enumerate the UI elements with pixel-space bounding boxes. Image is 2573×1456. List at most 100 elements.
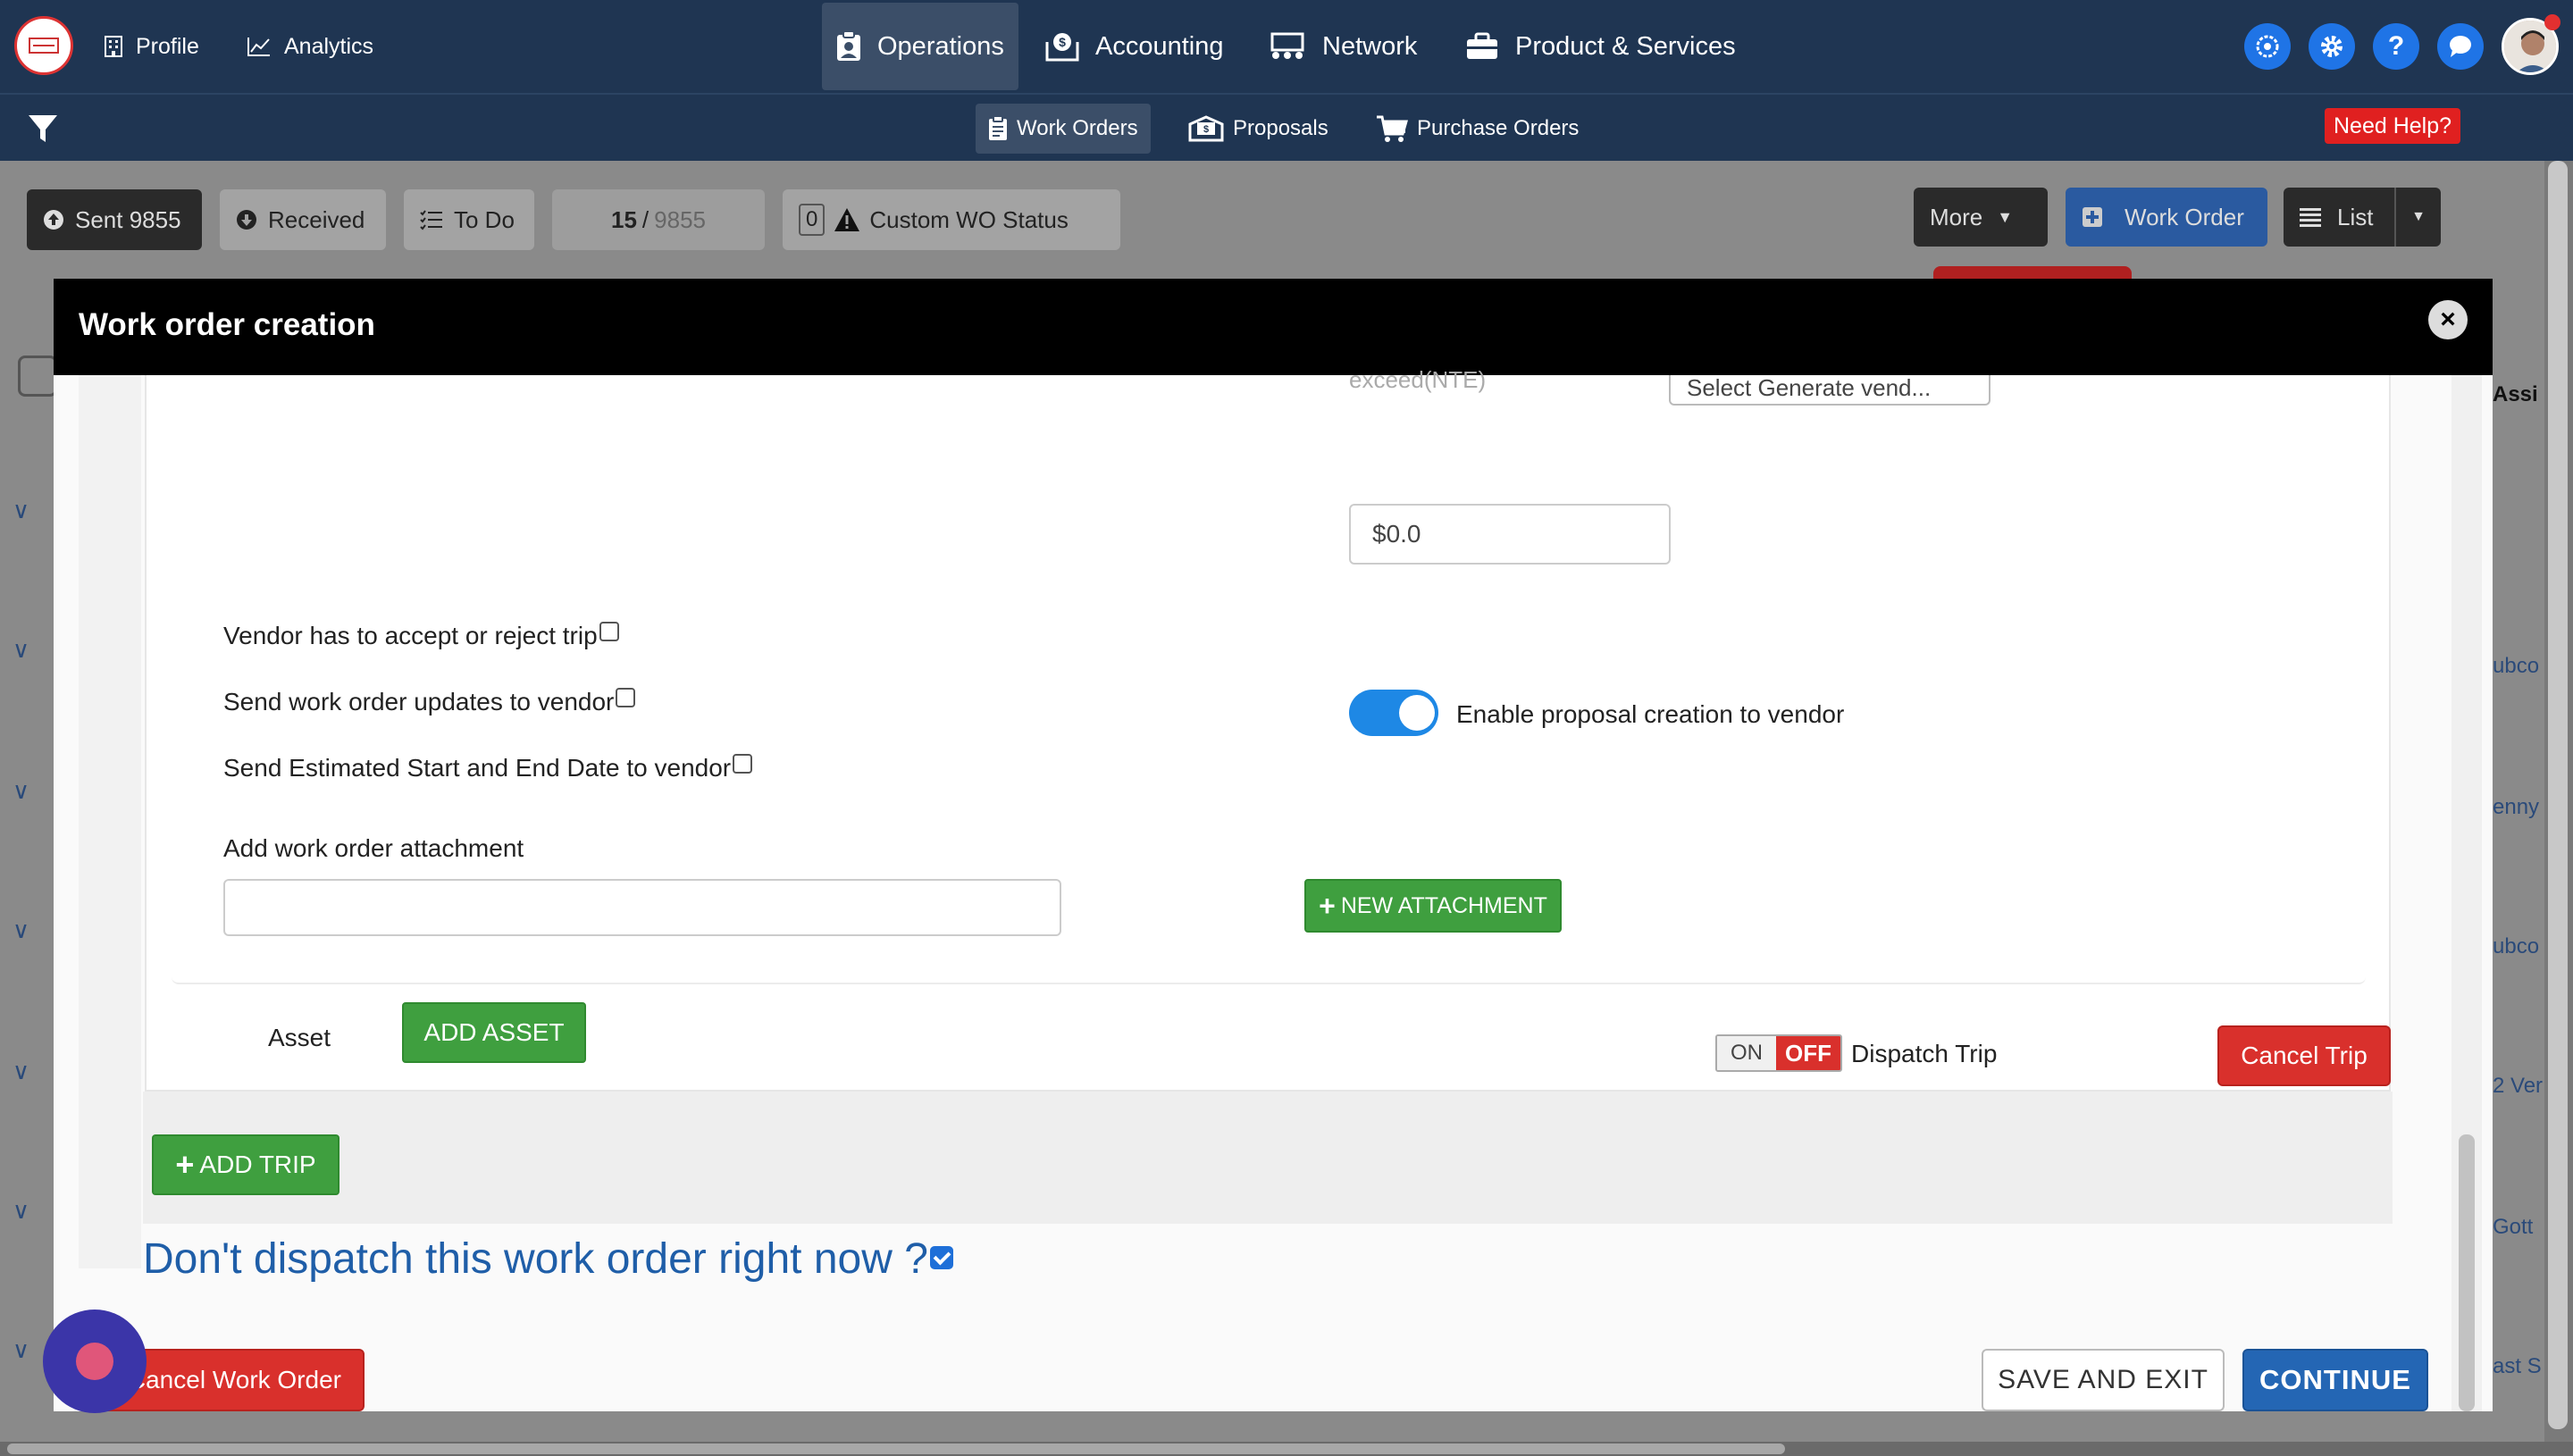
more-label: More (1930, 203, 1983, 230)
send-dates-option[interactable]: Send Estimated Start and End Date to ven… (223, 754, 753, 782)
subnav-purchase-orders[interactable]: Purchase Orders (1363, 104, 1591, 154)
dont-dispatch-option[interactable]: Don't dispatch this work order right now… (143, 1234, 953, 1284)
attachment-label: Add work order attachment (223, 834, 524, 862)
clipboard-user-icon (837, 31, 860, 61)
nav-profile[interactable]: Profile (104, 0, 199, 93)
background-red-tab (1933, 266, 2132, 279)
page-current: 15 (611, 205, 637, 233)
page-horizontal-scrollbar[interactable] (0, 1442, 2573, 1456)
clipboard-icon (989, 116, 1007, 140)
list-caret-icon[interactable]: ▼ (2394, 188, 2441, 247)
sub-navigation: Work Orders $ Proposals Purchase Orders … (0, 93, 2573, 161)
bg-row-cell: enny (2493, 795, 2540, 819)
close-icon[interactable]: × (2428, 300, 2468, 339)
nav-analytics-label: Analytics (284, 33, 374, 59)
row-expand-icon: ∨ (13, 777, 30, 804)
save-and-exit-button[interactable]: SAVE AND EXIT (1982, 1349, 2225, 1411)
new-attachment-label: NEW ATTACHMENT (1340, 892, 1547, 918)
nte-input[interactable]: $0.0 (1349, 504, 1671, 565)
nav-products-services[interactable]: Product & Services (1465, 0, 1736, 93)
subnav-proposals[interactable]: $ Proposals (1176, 104, 1341, 154)
row-expand-icon: ∨ (13, 1336, 30, 1363)
subnav-proposals-label: Proposals (1233, 116, 1328, 140)
subnav-purchase-orders-label: Purchase Orders (1417, 116, 1580, 140)
send-updates-option[interactable]: Send work order updates to vendor (223, 688, 636, 716)
send-dates-checkbox[interactable] (733, 754, 753, 774)
nte-label: exceed(NTE) (1349, 366, 1487, 393)
new-work-order-button[interactable]: Work Order (2066, 188, 2267, 247)
modal-scrollbar[interactable] (2451, 375, 2482, 1411)
record-button[interactable] (43, 1310, 147, 1413)
more-dropdown-button[interactable]: More ▼ (1914, 188, 2048, 247)
building-icon (105, 36, 122, 57)
nav-profile-label: Profile (136, 33, 199, 59)
dispatch-trip-switch[interactable]: ON OFF (1715, 1034, 1842, 1072)
nav-network[interactable]: Network (1269, 0, 1417, 93)
continue-button[interactable]: CONTINUE (2242, 1349, 2428, 1411)
trip-card: exceed(NTE) $0.0 Vendor has to accept or… (145, 366, 2391, 1092)
dispatch-on-label: ON (1717, 1036, 1776, 1070)
modal-title: Work order creation (79, 307, 375, 342)
vendor-select[interactable]: Select Generate vend... (1669, 375, 1991, 406)
cancel-trip-button[interactable]: Cancel Trip (2217, 1025, 2391, 1086)
add-trip-area: + ADD TRIP (143, 1092, 2393, 1224)
dispatch-off-label: OFF (1776, 1036, 1840, 1070)
custom-status-count: 0 (799, 204, 826, 236)
page-separator: / (641, 205, 650, 233)
line-chart-icon (247, 38, 270, 56)
todo-filter-label: To Do (454, 205, 515, 233)
list-view-button[interactable]: List ▼ (2284, 188, 2441, 247)
work-order-creation-modal: Work order creation × exceed(NTE) $0.0 V… (54, 279, 2493, 1411)
plus-icon: + (1319, 889, 1336, 922)
svg-text:$: $ (1059, 35, 1066, 49)
timer-icon[interactable] (2244, 23, 2291, 70)
page-total: 9855 (654, 205, 706, 233)
record-icon (76, 1343, 113, 1380)
vendor-accept-option[interactable]: Vendor has to accept or reject trip (223, 622, 619, 650)
add-trip-button[interactable]: + ADD TRIP (152, 1134, 339, 1195)
subnav-work-orders[interactable]: Work Orders (976, 104, 1151, 154)
modal-inner-gutter (79, 375, 141, 1268)
row-expand-icon: ∨ (13, 1058, 30, 1084)
money-box-icon: $ (1045, 33, 1079, 62)
received-filter-label: Received (268, 205, 365, 233)
bg-row-cell: ubco (2493, 934, 2540, 958)
received-filter-button[interactable]: Received (220, 189, 386, 250)
bg-header-checkbox (18, 356, 57, 397)
gear-icon[interactable] (2309, 23, 2355, 70)
custom-wo-status-button[interactable]: 0 Custom WO Status (783, 189, 1120, 250)
nav-accounting[interactable]: $ Accounting (1045, 0, 1224, 93)
nav-analytics[interactable]: Analytics (247, 0, 373, 93)
sent-filter-button[interactable]: Sent 9855 (27, 189, 202, 250)
arrow-up-circle-icon (44, 210, 63, 230)
nav-operations[interactable]: Operations (822, 3, 1018, 90)
new-attachment-button[interactable]: + NEW ATTACHMENT (1304, 879, 1562, 933)
row-expand-icon: ∨ (13, 1197, 30, 1224)
chat-icon[interactable] (2437, 23, 2484, 70)
enable-proposal-toggle[interactable] (1349, 690, 1438, 736)
page-vertical-scrollbar[interactable] (2544, 161, 2573, 1456)
row-expand-icon: ∨ (13, 916, 30, 943)
work-order-label: Work Order (2125, 203, 2244, 230)
send-updates-checkbox[interactable] (616, 688, 636, 707)
help-icon[interactable]: ? (2373, 23, 2419, 70)
notification-dot (2544, 14, 2560, 30)
send-dates-label: Send Estimated Start and End Date to ven… (223, 754, 732, 782)
bg-row-cell: 2 Ver (2493, 1074, 2544, 1098)
vendor-accept-checkbox[interactable] (599, 622, 619, 641)
bg-row-cell: ast S (2493, 1354, 2542, 1378)
dont-dispatch-checkbox[interactable] (929, 1246, 953, 1270)
todo-filter-button[interactable]: To Do (404, 189, 534, 250)
need-help-button[interactable]: Need Help? (2325, 108, 2461, 144)
warning-icon (834, 208, 860, 231)
add-asset-button[interactable]: ADD ASSET (402, 1002, 586, 1063)
bg-column-header: Assi (2493, 382, 2538, 406)
modal-header: Work order creation × (54, 279, 2493, 375)
filter-icon[interactable] (27, 113, 59, 145)
company-logo[interactable] (14, 16, 73, 75)
bg-row-cell: Gott (2493, 1215, 2534, 1239)
checklist-icon (420, 210, 442, 230)
nav-accounting-label: Accounting (1095, 31, 1224, 61)
attachment-input[interactable] (223, 879, 1061, 936)
dont-dispatch-label: Don't dispatch this work order right now… (143, 1235, 928, 1283)
